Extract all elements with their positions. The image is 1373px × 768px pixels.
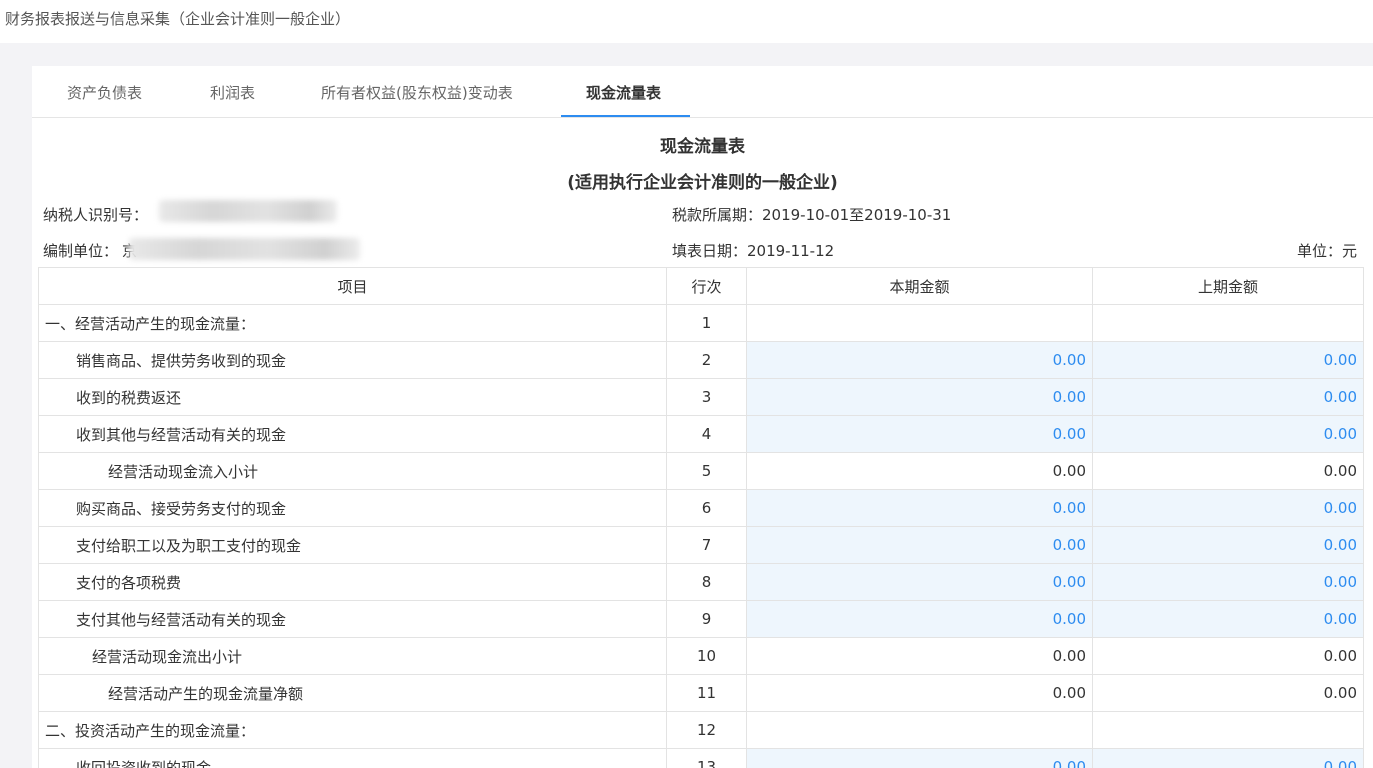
preparing-unit-redacted bbox=[129, 238, 360, 260]
table-row: 收到其他与经营活动有关的现金 4 0.00 0.00 bbox=[38, 415, 1364, 453]
row-line-number: 9 bbox=[666, 600, 747, 638]
top-bar: 财务报表报送与信息采集（企业会计准则一般企业） bbox=[0, 0, 1373, 43]
row-line-number: 10 bbox=[666, 637, 747, 675]
table-row: 支付其他与经营活动有关的现金 9 0.00 0.00 bbox=[38, 600, 1364, 638]
row-item-label: 支付给职工以及为职工支付的现金 bbox=[38, 526, 667, 564]
report-subtitle: (适用执行企业会计准则的一般企业) bbox=[567, 173, 838, 193]
table-row: 收到的税费返还 3 0.00 0.00 bbox=[38, 378, 1364, 416]
table-row: 经营活动现金流出小计 10 0.00 0.00 bbox=[38, 637, 1364, 675]
taxpayer-id-label: 纳税人识别号： bbox=[43, 206, 149, 224]
row-line-number: 5 bbox=[666, 452, 747, 490]
row-line-number: 7 bbox=[666, 526, 747, 564]
active-tab-indicator bbox=[561, 115, 690, 117]
row-previous-amount[interactable]: 0.00 bbox=[1092, 563, 1364, 601]
row-previous-amount[interactable]: 0.00 bbox=[1092, 489, 1364, 527]
table-row: 销售商品、提供劳务收到的现金 2 0.00 0.00 bbox=[38, 341, 1364, 379]
page-title: 财务报表报送与信息采集（企业会计准则一般企业） bbox=[5, 10, 351, 28]
row-line-number: 12 bbox=[666, 711, 747, 749]
row-current-amount bbox=[746, 304, 1093, 342]
row-current-amount[interactable]: 0.00 bbox=[746, 526, 1093, 564]
header-line: 行次 bbox=[666, 267, 747, 305]
row-current-amount[interactable]: 0.00 bbox=[746, 748, 1093, 768]
row-previous-amount: 0.00 bbox=[1092, 674, 1364, 712]
report-panel: 资产负债表 利润表 所有者权益(股东权益)变动表 现金流量表 现金流量表 (适用… bbox=[32, 66, 1373, 768]
row-previous-amount[interactable]: 0.00 bbox=[1092, 748, 1364, 768]
row-item-label: 一、经营活动产生的现金流量： bbox=[38, 304, 667, 342]
header-current-amount: 本期金额 bbox=[746, 267, 1093, 305]
row-current-amount: 0.00 bbox=[746, 452, 1093, 490]
row-current-amount[interactable]: 0.00 bbox=[746, 600, 1093, 638]
header-previous-amount: 上期金额 bbox=[1092, 267, 1364, 305]
row-previous-amount: 0.00 bbox=[1092, 637, 1364, 675]
row-line-number: 1 bbox=[666, 304, 747, 342]
table-row: 二、投资活动产生的现金流量： 12 bbox=[38, 711, 1364, 749]
row-item-label: 二、投资活动产生的现金流量： bbox=[38, 711, 667, 749]
table-row: 一、经营活动产生的现金流量： 1 bbox=[38, 304, 1364, 342]
row-item-label: 经营活动产生的现金流量净额 bbox=[38, 674, 667, 712]
row-item-label: 销售商品、提供劳务收到的现金 bbox=[38, 341, 667, 379]
row-line-number: 2 bbox=[666, 341, 747, 379]
row-current-amount: 0.00 bbox=[746, 674, 1093, 712]
row-item-label: 收回投资收到的现金 bbox=[38, 748, 667, 768]
row-item-label: 收到的税费返还 bbox=[38, 378, 667, 416]
row-previous-amount[interactable]: 0.00 bbox=[1092, 526, 1364, 564]
table-row: 收回投资收到的现金 13 0.00 0.00 bbox=[38, 748, 1364, 768]
row-previous-amount[interactable]: 0.00 bbox=[1092, 415, 1364, 453]
tab-equity-changes[interactable]: 所有者权益(股东权益)变动表 bbox=[321, 82, 513, 118]
row-current-amount[interactable]: 0.00 bbox=[746, 341, 1093, 379]
row-line-number: 4 bbox=[666, 415, 747, 453]
table-row: 经营活动现金流入小计 5 0.00 0.00 bbox=[38, 452, 1364, 490]
row-item-label: 购买商品、接受劳务支付的现金 bbox=[38, 489, 667, 527]
fill-date: 填表日期：2019-11-12 bbox=[672, 242, 835, 260]
row-item-label: 支付的各项税费 bbox=[38, 563, 667, 601]
report-title: 现金流量表 bbox=[660, 137, 745, 157]
currency-unit: 单位：元 bbox=[1296, 242, 1357, 260]
row-previous-amount[interactable]: 0.00 bbox=[1092, 341, 1364, 379]
cash-flow-table: 项目 行次 本期金额 上期金额 一、经营活动产生的现金流量： 1 销售商品、提供劳务… bbox=[38, 267, 1364, 768]
row-current-amount[interactable]: 0.00 bbox=[746, 378, 1093, 416]
row-line-number: 13 bbox=[666, 748, 747, 768]
tax-period: 税款所属期：2019-10-01至2019-10-31 bbox=[672, 206, 952, 224]
table-header-row: 项目 行次 本期金额 上期金额 bbox=[38, 267, 1364, 305]
row-current-amount[interactable]: 0.00 bbox=[746, 489, 1093, 527]
row-item-label: 收到其他与经营活动有关的现金 bbox=[38, 415, 667, 453]
row-current-amount[interactable]: 0.00 bbox=[746, 415, 1093, 453]
row-line-number: 3 bbox=[666, 378, 747, 416]
row-current-amount[interactable]: 0.00 bbox=[746, 563, 1093, 601]
table-row: 支付给职工以及为职工支付的现金 7 0.00 0.00 bbox=[38, 526, 1364, 564]
table-row: 支付的各项税费 8 0.00 0.00 bbox=[38, 563, 1364, 601]
row-current-amount bbox=[746, 711, 1093, 749]
table-row: 经营活动产生的现金流量净额 11 0.00 0.00 bbox=[38, 674, 1364, 712]
tab-balance-sheet[interactable]: 资产负债表 bbox=[67, 82, 142, 118]
row-item-label: 经营活动现金流入小计 bbox=[38, 452, 667, 490]
row-item-label: 支付其他与经营活动有关的现金 bbox=[38, 600, 667, 638]
report-tabs: 资产负债表 利润表 所有者权益(股东权益)变动表 现金流量表 bbox=[32, 66, 1373, 118]
table-row: 购买商品、接受劳务支付的现金 6 0.00 0.00 bbox=[38, 489, 1364, 527]
row-previous-amount[interactable]: 0.00 bbox=[1092, 600, 1364, 638]
tab-cash-flow[interactable]: 现金流量表 bbox=[586, 82, 661, 118]
row-previous-amount: 0.00 bbox=[1092, 452, 1364, 490]
row-previous-amount bbox=[1092, 711, 1364, 749]
row-previous-amount bbox=[1092, 304, 1364, 342]
row-item-label: 经营活动现金流出小计 bbox=[38, 637, 667, 675]
taxpayer-id-redacted bbox=[159, 200, 337, 222]
row-line-number: 11 bbox=[666, 674, 747, 712]
header-item: 项目 bbox=[38, 267, 667, 305]
row-previous-amount[interactable]: 0.00 bbox=[1092, 378, 1364, 416]
row-current-amount: 0.00 bbox=[746, 637, 1093, 675]
row-line-number: 6 bbox=[666, 489, 747, 527]
tab-income-statement[interactable]: 利润表 bbox=[210, 82, 255, 118]
row-line-number: 8 bbox=[666, 563, 747, 601]
preparing-unit-label: 编制单位： bbox=[43, 242, 119, 260]
